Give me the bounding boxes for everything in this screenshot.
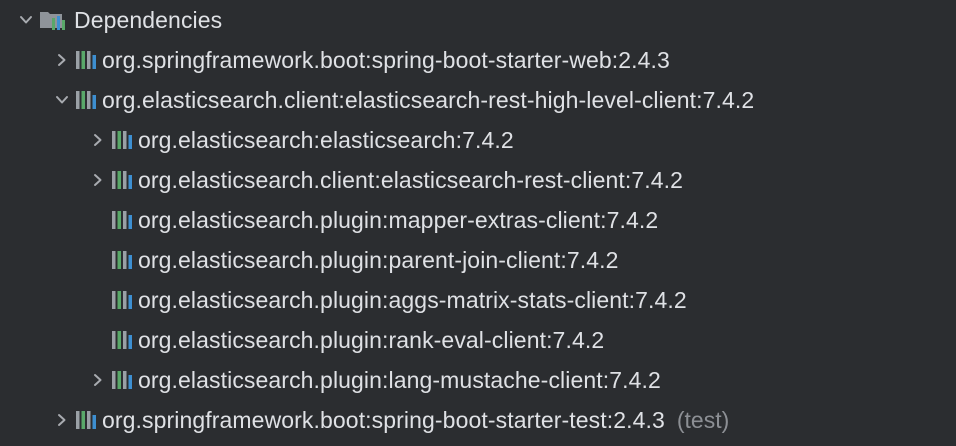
tree-node-aggs-matrix-stats-client[interactable]: org.elasticsearch.plugin:aggs-matrix-sta… [86,280,687,320]
tree-node-spring-boot-starter-test[interactable]: org.springframework.boot:spring-boot-sta… [50,400,729,440]
tree-node-label: org.elasticsearch.client:elasticsearch-r… [102,87,755,113]
chevron-right-icon[interactable] [86,160,110,200]
library-icon [74,40,102,80]
tree-node-label: org.elasticsearch.plugin:parent-join-cli… [138,247,619,273]
chevron-down-icon[interactable] [50,80,74,120]
library-icon [110,200,138,240]
tree-node-label: org.elasticsearch.plugin:aggs-matrix-sta… [138,287,687,313]
tree-node-label: org.elasticsearch.plugin:rank-eval-clien… [138,327,605,353]
tree-node-label: org.elasticsearch.client:elasticsearch-r… [138,167,684,193]
tree-node-spring-boot-starter-web[interactable]: org.springframework.boot:spring-boot-sta… [50,40,670,80]
chevron-right-icon[interactable] [50,40,74,80]
tree-node-label: Dependencies [74,7,223,33]
tree-node-label: org.springframework.boot:spring-boot-sta… [102,47,670,73]
tree-node-dependencies[interactable]: Dependencies [14,0,222,40]
chevron-down-icon[interactable] [14,0,38,40]
library-icon [110,240,138,280]
tree-node-elasticsearch-rest-client[interactable]: org.elasticsearch.client:elasticsearch-r… [86,160,683,200]
tree-node-label: org.elasticsearch.plugin:mapper-extras-c… [138,207,659,233]
library-icon [110,120,138,160]
chevron-right-icon[interactable] [86,120,110,160]
library-icon [74,400,102,440]
dependencies-folder-icon [38,0,74,40]
library-icon [110,160,138,200]
tree-node-rank-eval-client[interactable]: org.elasticsearch.plugin:rank-eval-clien… [86,320,604,360]
tree-node-label: org.elasticsearch:elasticsearch:7.4.2 [138,127,514,153]
tree-node-label: org.springframework.boot:spring-boot-sta… [102,407,665,433]
tree-node-lang-mustache-client[interactable]: org.elasticsearch.plugin:lang-mustache-c… [86,360,661,400]
scope-badge: (test) [676,407,730,433]
chevron-right-icon[interactable] [50,400,74,440]
tree-node-parent-join-client[interactable]: org.elasticsearch.plugin:parent-join-cli… [86,240,619,280]
chevron-right-icon[interactable] [86,360,110,400]
library-icon [74,80,102,120]
tree-node-elasticsearch[interactable]: org.elasticsearch:elasticsearch:7.4.2 [86,120,514,160]
tree-node-label: org.elasticsearch.plugin:lang-mustache-c… [138,367,661,393]
library-icon [110,320,138,360]
dependencies-tree: Dependencies org.springframework.boot:sp… [0,0,956,446]
library-icon [110,280,138,320]
tree-node-mapper-extras-client[interactable]: org.elasticsearch.plugin:mapper-extras-c… [86,200,658,240]
library-icon [110,360,138,400]
tree-node-elasticsearch-rest-high-level-client[interactable]: org.elasticsearch.client:elasticsearch-r… [50,80,754,120]
